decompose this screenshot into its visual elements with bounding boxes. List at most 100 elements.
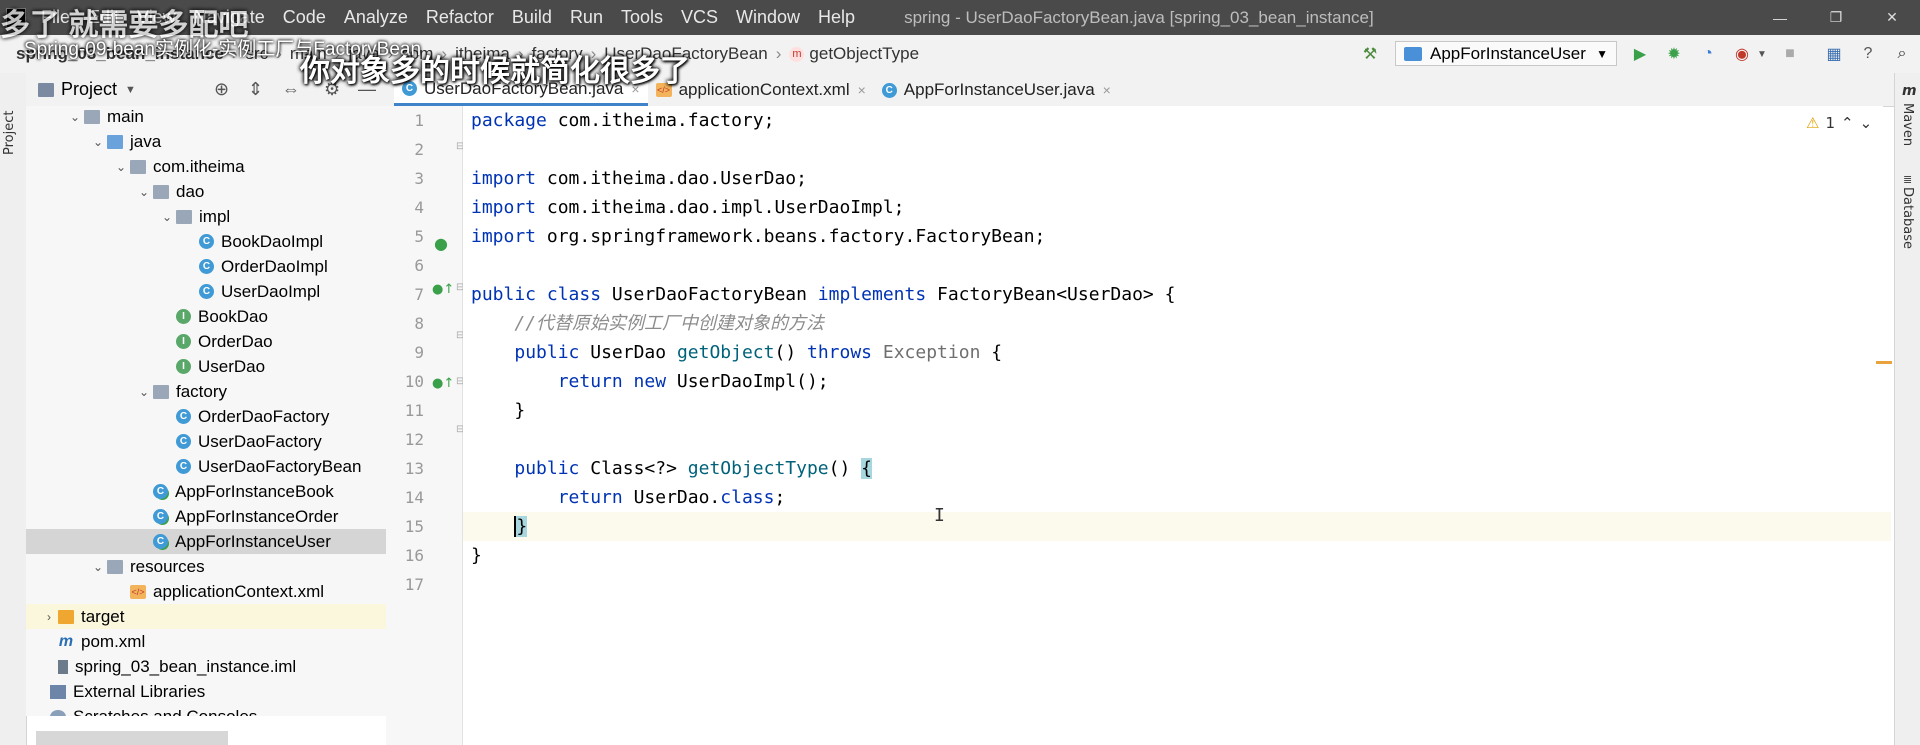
folder-icon [130, 159, 146, 174]
tree-item[interactable]: C UserDaoImpl [26, 279, 386, 304]
project-structure-icon[interactable]: ▦ [1824, 45, 1844, 63]
line-number: 12 [404, 430, 424, 449]
tree-item[interactable]: › target [26, 604, 386, 629]
tree-item[interactable]: ⌄ main [26, 106, 386, 129]
more-run-chevron-icon[interactable]: ▼ [1752, 45, 1772, 63]
menu-item[interactable]: Tools [612, 7, 672, 28]
code-line: return UserDao.class; [557, 487, 786, 508]
tree-item[interactable]: External Libraries [26, 679, 386, 704]
menu-item[interactable]: Help [809, 7, 864, 28]
runnable-class-icon: C [153, 484, 168, 499]
tree-item[interactable]: ⌄ dao [26, 179, 386, 204]
tree-item-label: AppForInstanceBook [175, 481, 334, 501]
right-tool-strip: m Maven ≣ Database [1894, 73, 1920, 745]
line-number: 13 [404, 459, 424, 478]
project-tool-window-button[interactable]: Project [2, 111, 17, 155]
tree-item[interactable]: C OrderDaoFactory [26, 404, 386, 429]
tree-item[interactable]: C BookDaoImpl [26, 229, 386, 254]
horizontal-scrollbar[interactable] [36, 731, 228, 745]
override-gutter-icon[interactable]: ●↑ [432, 376, 454, 391]
stop-icon[interactable]: ■ [1780, 45, 1800, 63]
tree-item-label: spring_03_bean_instance.iml [75, 656, 297, 676]
previous-highlight-icon[interactable]: ⌃ [1841, 114, 1854, 132]
menu-item[interactable]: VCS [672, 7, 727, 28]
tree-expand-arrow-icon[interactable]: ⌄ [112, 160, 130, 174]
run-icon[interactable]: ▶ [1630, 45, 1650, 63]
tree-item[interactable]: I UserDao [26, 354, 386, 379]
maven-tool-window-button[interactable]: Maven [1900, 103, 1915, 146]
text-cursor-icon: I [934, 505, 945, 526]
build-hammer-icon[interactable]: ⚒ [1360, 45, 1380, 63]
minimize-button[interactable]: — [1752, 0, 1808, 35]
tree-expand-arrow-icon[interactable]: ⌄ [89, 135, 107, 149]
tree-item[interactable]: spring_03_bean_instance.iml [26, 654, 386, 679]
close-window-button[interactable]: ✕ [1864, 0, 1920, 35]
menu-item[interactable]: Analyze [335, 7, 417, 28]
code-line: package com.itheima.factory; [471, 110, 775, 131]
tree-item[interactable]: C OrderDaoImpl [26, 254, 386, 279]
chevron-down-icon[interactable]: ▼ [125, 84, 136, 96]
tree-expand-arrow-icon[interactable]: ⌄ [158, 210, 176, 224]
tree-expand-arrow-icon[interactable]: › [40, 610, 58, 624]
tree-item[interactable]: Scratches and Consoles [26, 704, 386, 716]
breadcrumb-method-label: getObjectType [809, 44, 920, 63]
folder-icon [176, 209, 192, 224]
tree-item[interactable]: m pom.xml [26, 629, 386, 654]
scrollbar-marker[interactable] [1876, 361, 1892, 364]
debug-icon[interactable]: ✹ [1664, 45, 1684, 63]
tree-item[interactable]: C AppForInstanceUser [26, 529, 386, 554]
tree-item[interactable]: I OrderDao [26, 329, 386, 354]
tree-item[interactable]: ⌄ java [26, 129, 386, 154]
line-number: 11 [404, 401, 424, 420]
editor-tab-label: AppForInstanceUser.java [903, 80, 1095, 99]
project-panel-title[interactable]: Project [61, 79, 117, 100]
search-icon[interactable]: ⌕ [1892, 45, 1912, 63]
editor-tab[interactable]: C AppForInstanceUser.java × [874, 74, 1119, 106]
restore-button[interactable]: ❐ [1808, 0, 1864, 35]
menu-item[interactable]: Run [561, 7, 612, 28]
collapse-all-icon[interactable]: ⇔ [282, 79, 300, 100]
locate-icon[interactable]: ⊕ [214, 79, 229, 100]
code-editor[interactable]: package com.itheima.factory; import com.… [463, 106, 1891, 745]
tree-item[interactable]: I BookDao [26, 304, 386, 329]
tree-expand-arrow-icon[interactable]: ⌄ [66, 110, 84, 124]
menu-item[interactable]: Window [727, 7, 809, 28]
tree-item-label: External Libraries [73, 681, 206, 701]
tree-expand-arrow-icon[interactable]: ⌄ [135, 385, 153, 399]
code-line: import org.springframework.beans.factory… [471, 226, 1046, 247]
override-gutter-icon[interactable]: ●↑ [432, 282, 454, 297]
tree-item[interactable]: </> applicationContext.xml [26, 579, 386, 604]
menu-item[interactable]: Build [503, 7, 561, 28]
breadcrumb-separator-icon: › [775, 44, 782, 63]
tree-item[interactable]: C UserDaoFactoryBean [26, 454, 386, 479]
menu-item[interactable]: Refactor [417, 7, 503, 28]
implements-gutter-icon[interactable]: ● [434, 234, 448, 253]
line-number: 5 [414, 227, 424, 246]
tree-expand-arrow-icon[interactable]: ⌄ [89, 560, 107, 574]
inspection-widget[interactable]: ⚠ 1 ⌃ ⌄ [1806, 114, 1872, 132]
coverage-icon[interactable]: ◔ [1698, 45, 1718, 63]
tree-item[interactable]: C AppForInstanceBook [26, 479, 386, 504]
profile-icon[interactable]: ◉ [1732, 45, 1752, 63]
next-highlight-icon[interactable]: ⌄ [1860, 114, 1873, 132]
libraries-icon [50, 684, 66, 699]
code-line: import com.itheima.dao.impl.UserDaoImpl; [471, 197, 905, 218]
tree-item[interactable]: ⌄ impl [26, 204, 386, 229]
tree-item-label: AppForInstanceUser [175, 531, 331, 551]
tree-item[interactable]: C AppForInstanceOrder [26, 504, 386, 529]
line-number: 2 [414, 140, 424, 159]
tree-item[interactable]: C UserDaoFactory [26, 429, 386, 454]
tree-item[interactable]: ⌄ com.itheima [26, 154, 386, 179]
run-configuration-select[interactable]: AppForInstanceUser ▼ [1395, 41, 1617, 66]
runnable-class-icon: C [153, 509, 168, 524]
menu-item[interactable]: Code [274, 7, 335, 28]
tree-item[interactable]: ⌄ resources [26, 554, 386, 579]
expand-all-icon[interactable]: ⇕ [248, 79, 263, 100]
close-tab-icon[interactable]: × [1103, 82, 1111, 98]
close-tab-icon[interactable]: × [858, 82, 866, 98]
database-tool-window-button[interactable]: Database [1900, 187, 1915, 249]
help-icon[interactable]: ? [1858, 45, 1878, 63]
tree-expand-arrow-icon[interactable]: ⌄ [135, 185, 153, 199]
breadcrumb-method[interactable]: m getObjectType [785, 44, 923, 64]
tree-item[interactable]: ⌄ factory [26, 379, 386, 404]
